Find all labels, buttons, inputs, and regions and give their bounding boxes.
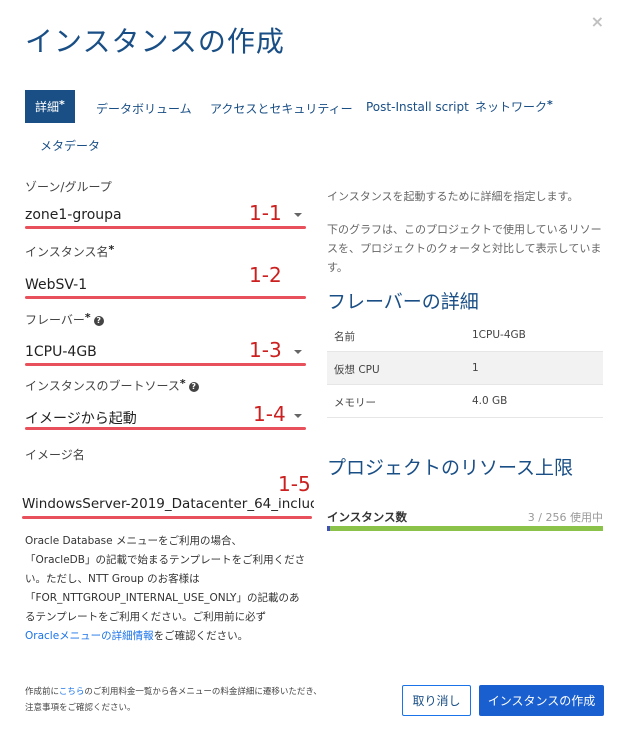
quota-value: 3 / 256 使用中 (527, 511, 603, 524)
flavor-select[interactable]: 1CPU-4GB 1-3 (25, 338, 306, 366)
tab-label: ネットワーク (475, 100, 548, 114)
quota-progress-bar (327, 526, 603, 531)
required-mark: * (59, 98, 65, 111)
red-underline (25, 427, 306, 430)
note-line: 「OracleDB」の記載で始まるテンプレートをご利用くださ (25, 554, 306, 566)
footer-line: 注意事項をご確認ください。 (25, 703, 136, 713)
help-icon[interactable]: ? (188, 381, 199, 392)
tab-label: Post-Install script (366, 100, 469, 114)
footer-line: 作成前にこちらのご利用料金一覧から各メニューの料金詳細に遷移いただき、 (25, 684, 322, 700)
label-text: フレーバー (25, 313, 85, 327)
description-text: インスタンスを起動するために詳細を指定します。 (327, 190, 579, 203)
tab-metadata[interactable]: メタデータ (40, 137, 100, 154)
red-underline (25, 296, 306, 299)
pricing-link[interactable]: こちら (59, 687, 85, 697)
oracle-note: Oracle Database メニューをご利用の場合、 「OracleDB」の… (25, 532, 310, 646)
annotation-1-4: 1-4 (253, 402, 286, 426)
label-text: イメージ名 (25, 448, 85, 462)
note-line: Oracle Database メニューをご利用の場合、 (25, 535, 242, 547)
tab-details[interactable]: 詳細* (25, 90, 75, 123)
flavor-label: フレーバー*? (25, 311, 104, 328)
flavor-details-table: 名前 1CPU-4GB 仮想 CPU 1 メモリー 4.0 GB (327, 319, 603, 418)
chevron-down-icon (294, 414, 302, 418)
tab-post-install-script[interactable]: Post-Install script (366, 100, 469, 114)
description-text: 下のグラフは、このプロジェクトで使用しているリソースを、プロジェクトのクォータと… (327, 223, 602, 274)
zone-select[interactable]: zone1-groupa 1-1 (25, 201, 306, 229)
red-underline (25, 363, 306, 366)
help-icon[interactable]: ? (93, 315, 104, 326)
project-quota-title: プロジェクトのリソース上限 (327, 457, 574, 479)
row-key: 名前 (334, 331, 355, 343)
cancel-button[interactable]: 取り消し (402, 685, 471, 716)
annotation-1-3: 1-3 (249, 338, 282, 362)
note-line: Oracleメニューの詳細情報をご確認ください。 (25, 627, 310, 646)
required-mark: * (108, 243, 115, 256)
required-mark: * (84, 311, 91, 324)
chevron-down-icon (294, 350, 302, 354)
tab-data-volume[interactable]: データボリューム (96, 100, 192, 117)
chevron-down-icon (294, 213, 302, 217)
dialog-title: インスタンスの作成 (25, 25, 285, 58)
red-underline (22, 516, 312, 519)
note-line: 「FOR_NTTGROUP_INTERNAL_USE_ONLY」の記載のあ (25, 592, 300, 604)
close-icon[interactable]: × (591, 12, 604, 31)
label-text: インスタンスのブートソース (25, 379, 180, 393)
tab-access-security[interactable]: アクセスとセキュリティー (210, 100, 353, 117)
note-line: い。ただし、NTT Group のお客様は (25, 573, 200, 585)
note-text: をご確認ください。 (153, 630, 249, 642)
tab-label: データボリューム (96, 102, 192, 116)
tab-network[interactable]: ネットワーク* (475, 98, 553, 115)
table-row: メモリー 4.0 GB (327, 385, 603, 418)
label-text: インスタンス名 (25, 245, 109, 259)
required-mark: * (547, 98, 553, 111)
red-underline (25, 226, 306, 229)
label-text: ゾーン/グループ (25, 180, 112, 194)
row-key: メモリー (334, 397, 376, 409)
boot-source-label: インスタンスのブートソース*? (25, 377, 199, 394)
image-name-input[interactable]: WindowsServer-2019_Datacenter_64_include (22, 496, 314, 512)
tab-label: メタデータ (40, 139, 101, 153)
table-row: 名前 1CPU-4GB (327, 319, 603, 352)
table-row: 仮想 CPU 1 (327, 352, 603, 385)
zone-label: ゾーン/グループ (25, 178, 112, 195)
row-value: 4.0 GB (472, 395, 508, 407)
footer-text: 作成前に (25, 687, 59, 697)
instance-name-value: WebSV-1 (25, 277, 88, 293)
annotation-1-2: 1-2 (249, 263, 282, 287)
tab-label: アクセスとセキュリティー (210, 102, 353, 116)
flavor-value: 1CPU-4GB (25, 344, 97, 360)
footer-note: 作成前にこちらのご利用料金一覧から各メニューの料金詳細に遷移いただき、 注意事項… (25, 684, 322, 716)
instance-name-label: インスタンス名* (25, 243, 114, 260)
oracle-details-link[interactable]: Oracleメニューの詳細情報 (25, 630, 154, 642)
row-value: 1CPU-4GB (472, 329, 526, 341)
quota-progress-fill (327, 526, 331, 531)
row-key: 仮想 CPU (334, 364, 380, 376)
quota-label: インスタンス数 (327, 510, 408, 524)
flavor-details-title: フレーバーの詳細 (327, 291, 479, 313)
row-value: 1 (472, 362, 479, 374)
boot-source-select[interactable]: イメージから起動 1-4 (25, 402, 306, 430)
tab-label: 詳細 (35, 100, 60, 114)
boot-source-value: イメージから起動 (25, 411, 137, 427)
annotation-1-5: 1-5 (278, 472, 311, 496)
footer-text: のご利用料金一覧から各メニューの料金詳細に遷移いただき、 (84, 687, 322, 697)
create-instance-button[interactable]: インスタンスの作成 (479, 685, 604, 716)
required-mark: * (179, 377, 186, 390)
annotation-1-1: 1-1 (249, 201, 282, 225)
instance-name-input[interactable]: WebSV-1 1-2 (25, 263, 306, 299)
note-line: るテンプレートをご利用ください。ご利用前に必ず (25, 611, 267, 623)
zone-value: zone1-groupa (25, 207, 122, 223)
image-name-label: イメージ名 (25, 446, 85, 463)
